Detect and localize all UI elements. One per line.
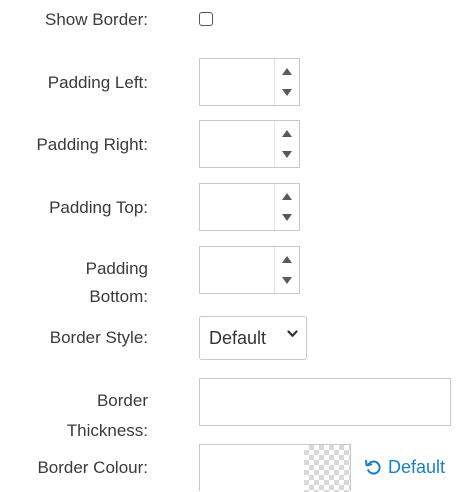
- reset-default-label: Default: [388, 456, 446, 477]
- triangle-up-icon[interactable]: [282, 256, 292, 263]
- padding-top-stepper[interactable]: [199, 183, 300, 231]
- padding-left-label: Padding Left:: [47, 73, 148, 92]
- padding-top-input[interactable]: [200, 184, 276, 230]
- triangle-up-icon[interactable]: [282, 193, 292, 200]
- colour-swatch[interactable]: [304, 445, 350, 492]
- padding-bottom-stepper[interactable]: [199, 246, 300, 294]
- padding-bottom-label-line1: Padding: [85, 259, 148, 278]
- border-style-label: Border Style:: [49, 328, 148, 347]
- triangle-up-icon[interactable]: [282, 68, 292, 75]
- border-thickness-input[interactable]: [199, 378, 451, 426]
- triangle-down-icon[interactable]: [282, 214, 292, 221]
- show-border-checkbox[interactable]: [199, 12, 213, 26]
- triangle-up-icon[interactable]: [282, 130, 292, 137]
- padding-left-stepper[interactable]: [199, 58, 300, 106]
- border-style-selected: Default: [209, 328, 267, 348]
- reset-default-link[interactable]: Default: [364, 455, 445, 479]
- padding-right-label: Padding Right:: [36, 135, 148, 154]
- padding-top-label: Padding Top:: [49, 198, 148, 217]
- padding-right-input[interactable]: [200, 121, 276, 167]
- border-style-select[interactable]: Default: [199, 316, 307, 360]
- border-colour-input[interactable]: [199, 444, 351, 492]
- padding-bottom-label-line2: Bottom:: [89, 287, 148, 306]
- border-thickness-label-line2: Thickness:: [66, 421, 148, 440]
- triangle-down-icon[interactable]: [282, 89, 292, 96]
- padding-bottom-input[interactable]: [200, 247, 276, 293]
- border-colour-label: Border Colour:: [37, 458, 148, 477]
- triangle-down-icon[interactable]: [282, 151, 292, 158]
- show-border-label: Show Border:: [45, 10, 148, 29]
- undo-icon: [365, 459, 381, 475]
- padding-left-input[interactable]: [200, 59, 276, 105]
- triangle-down-icon[interactable]: [282, 277, 292, 284]
- padding-right-stepper[interactable]: [199, 120, 300, 168]
- border-thickness-label-line1: Border: [96, 391, 148, 410]
- chevron-down-icon: [287, 330, 298, 337]
